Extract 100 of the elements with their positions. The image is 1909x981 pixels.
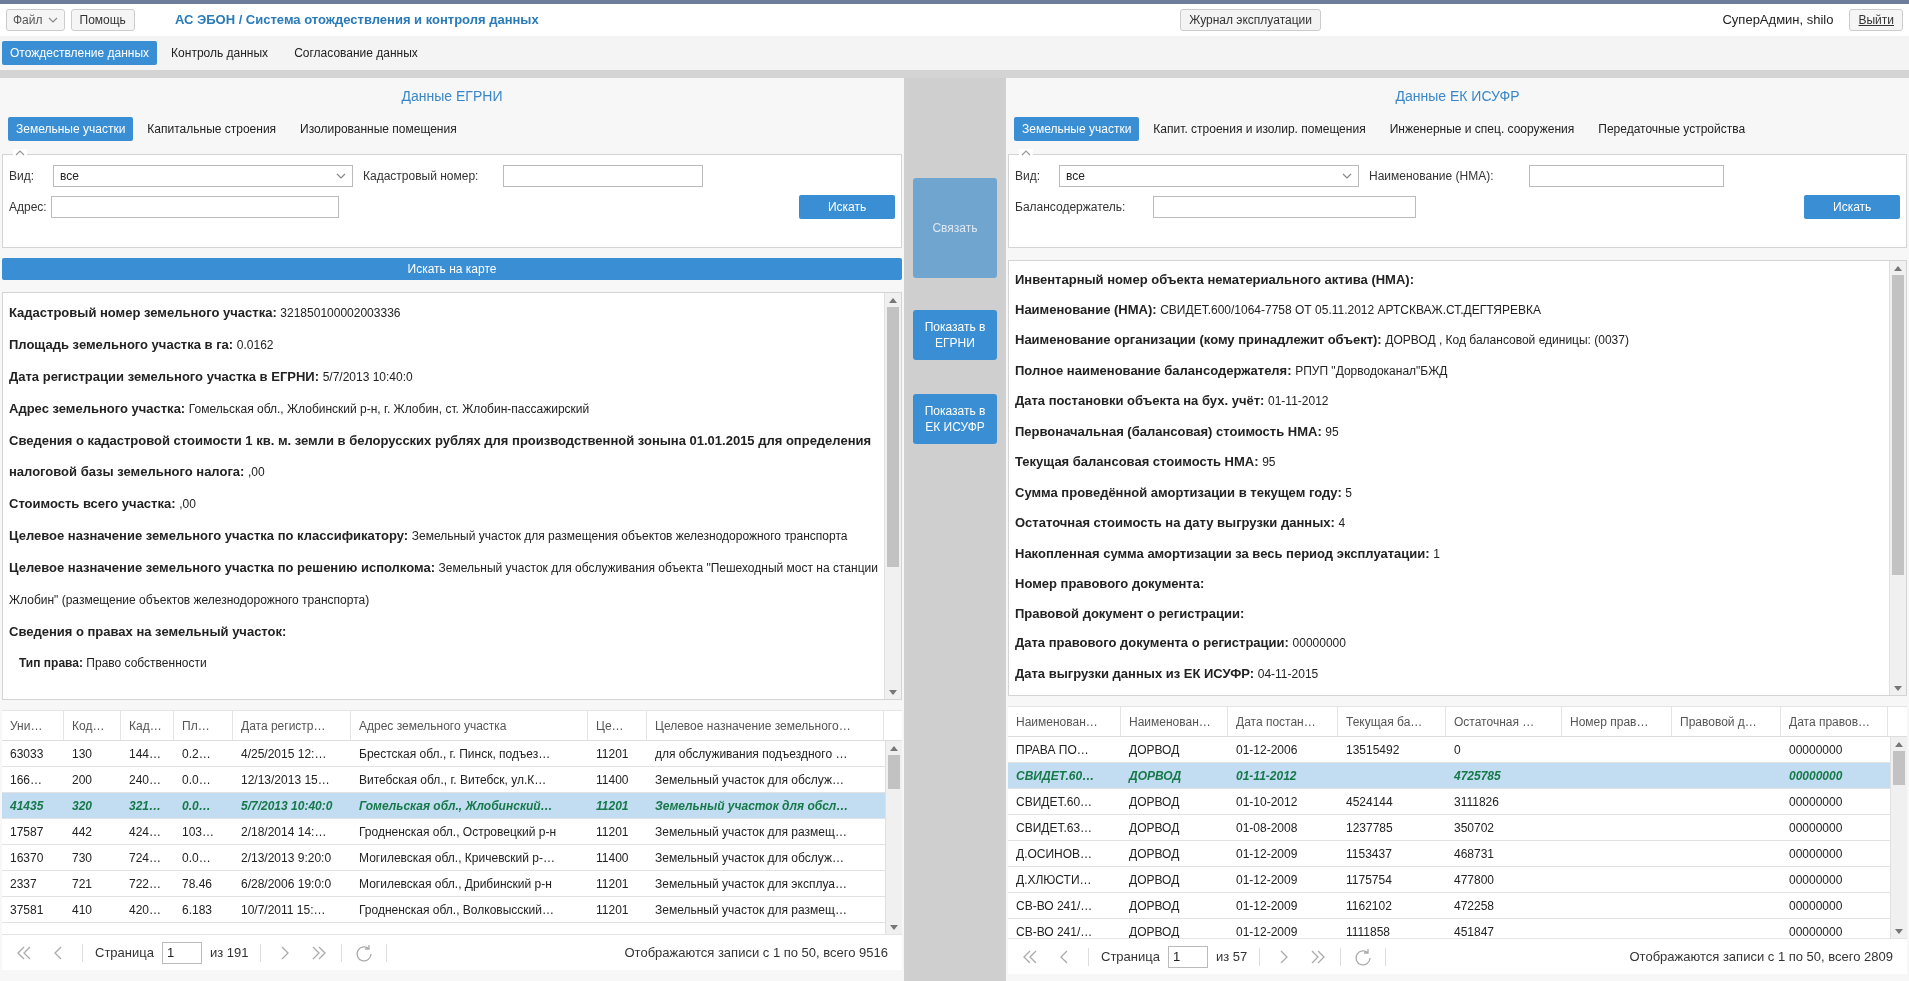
page-label: Страница	[95, 943, 154, 962]
detail-line: Сведения о кадастровой стоимости 1 кв. м. земли в белорусских рублях для производственной зонына 01.01.2015 для определения налоговой базы земельного налога: ,00	[9, 432, 873, 481]
detail-line: Номер правового документа:	[1015, 575, 1206, 593]
records-summary: Отображаются записи с 1 по 50, всего 9516	[624, 943, 888, 962]
column-header[interactable]: Адрес земельного участка	[351, 711, 588, 740]
detail-line: Целевое назначение земельного участка по решению исполкома: Земельный участок для обслуживания объекта "Пешеходный мост на станции Жлобин" (размещение объектов железнодорожного транспорта)	[9, 559, 878, 609]
column-header[interactable]: Номер прав…	[1562, 707, 1672, 736]
column-header[interactable]: Дата постан…	[1228, 707, 1338, 736]
file-menu-button[interactable]: Файл	[6, 9, 65, 31]
detail-line: Сумма проведённой амортизации в текущем году: 5	[1015, 483, 1354, 502]
field-label: Кадастровый номер:	[362, 168, 480, 185]
column-header[interactable]: Дата регистр…	[233, 711, 351, 740]
text-field[interactable]	[51, 196, 340, 218]
table-row[interactable]: 17587 442 424… 103… 2/18/2014 14:… Гродненская обл., Островецкий р-н 11201 Земельный участок для размещ…	[2, 819, 885, 845]
detail-line: Дата правового документа о регистрации: 00000000	[1015, 634, 1347, 652]
detail-line: Дата постановки объекта на бух. учёт: 01-11-2012	[1015, 392, 1330, 410]
column-header[interactable]: Правовой д…	[1672, 707, 1781, 736]
column-header[interactable]: Дата правов…	[1781, 707, 1888, 736]
table-row[interactable]: Д.ОСИНОВ… ДОРВОД 01-12-2009 1153437 468731 00000000	[1008, 841, 1890, 867]
nav-tab[interactable]: Контроль данных	[159, 41, 281, 65]
type-select[interactable]: все	[53, 165, 353, 187]
detail-line: Целевое назначение земельного участка по классификатору: Земельный участок для размещения объектов железнодорожного транспорта	[9, 527, 849, 545]
scroll-up-icon[interactable]	[1894, 265, 1902, 271]
tab[interactable]: Инженерные и спец. сооружения	[1379, 117, 1585, 141]
column-header[interactable]: Текущая ба…	[1338, 707, 1446, 736]
detail-line: Полное наименование балансодержателя: РПУП "Дорводоканал"БЖД	[1015, 361, 1449, 380]
table-row[interactable]: 63033 130 144… 0.2… 4/25/2015 12:… Брестская обл., г. Пинск, подъез… 11201 для обслуживания подъездного …	[2, 741, 885, 767]
tab[interactable]: Изолированные помещения	[290, 117, 467, 141]
page-label: Страница	[1101, 947, 1160, 966]
column-header[interactable]: Целевое назначение земельного…	[647, 711, 884, 740]
table-row[interactable]: 37581 410 420… 6.183 10/7/2011 15:… Гродненская обл., Волковысский… 11201 Земельный участок для размещ…	[2, 897, 885, 923]
field-label: Адрес:	[9, 199, 48, 216]
scroll-thumb[interactable]	[1892, 275, 1904, 575]
caret-icon	[47, 17, 58, 23]
scroll-thumb[interactable]	[1893, 751, 1905, 785]
table-row[interactable]: СВИДЕТ.60… ДОРВОД 01-10-2012 4524144 3111826 00000000	[1008, 789, 1890, 815]
tab[interactable]: Передаточные устройства	[1588, 117, 1756, 141]
table-row[interactable]: СВ-ВО 241/… ДОРВОД 01-12-2009 1162102 472258 00000000	[1008, 893, 1890, 919]
page-field[interactable]: 1	[1167, 945, 1208, 968]
logout-button[interactable]: Выйти	[1849, 9, 1903, 31]
scroll-down-icon[interactable]	[1894, 685, 1902, 691]
field-label: Наименование (НМА):	[1368, 168, 1495, 185]
scrollbar[interactable]	[885, 741, 902, 934]
detail-line: Кадастровый номер земельного участка: 321850100002003336	[9, 304, 402, 322]
records-summary: Отображаются записи с 1 по 50, всего 2809	[1629, 947, 1893, 966]
column-header[interactable]: Це…	[588, 711, 647, 740]
text-field[interactable]	[503, 165, 703, 187]
panel-title: Данные ЕК ИСУФР	[1394, 87, 1521, 106]
collapse-icon[interactable]	[1019, 149, 1033, 156]
scroll-down-icon[interactable]	[1895, 928, 1903, 934]
detail-line: Дата выгрузки данных из ЕК ИСУФР: 04-11-2015	[1015, 664, 1320, 683]
detail-line: Сведения о правах на земельный участок:	[9, 623, 288, 641]
detail-line: Адрес земельного участка: Гомельская обл., Жлобинский р-н, г. Жлобин, ст. Жлобин-пассажирский	[9, 400, 591, 418]
table-row[interactable]: 2337 721 722… 78.46 6/28/2006 19:0:0 Могилевская обл., Дрибинский р-н 11201 Земельный участок для эксплуа…	[2, 871, 885, 897]
journal-button[interactable]: Журнал эксплуатации	[1180, 9, 1321, 31]
tab[interactable]: Капит. строения и изолир. помещения	[1143, 117, 1376, 141]
detail-line: Наименование (НМА): СВИДЕТ.600/1064-7758 ОТ 05.11.2012 АРТСКВАЖ.СТ.ДЕГТЯРЕВКА	[1015, 300, 1542, 319]
help-button[interactable]: Помощь	[70, 9, 135, 31]
table-row[interactable]: СВИДЕТ.60… ДОРВОД 01-11-2012 4725785 00000000	[1008, 763, 1890, 789]
detail-line: Стоимость всего участка: ,00	[9, 495, 197, 513]
table-row[interactable]: СВИДЕТ.63… ДОРВОД 01-08-2008 1237785 350702 00000000	[1008, 815, 1890, 841]
user-name: СуперАдмин, shilo	[1722, 11, 1834, 30]
scrollbar[interactable]	[1890, 737, 1907, 938]
text-field[interactable]	[1529, 165, 1724, 187]
tab[interactable]: Капитальные строения	[137, 117, 287, 141]
caret-icon	[1342, 173, 1352, 179]
detail-line: Наименование организации (кому принадлежит объект): ДОРВОД , Код балансовой единицы: (0037)	[1015, 331, 1630, 349]
collapse-icon[interactable]	[13, 149, 27, 156]
column-header[interactable]: Уни…	[2, 711, 64, 740]
scroll-up-icon[interactable]	[890, 745, 898, 751]
field-label: Вид:	[1015, 168, 1042, 185]
table-row[interactable]: 16370 730 724… 0.0… 2/13/2013 9:20:0 Могилевская обл., Кричевский р-… 11400 Земельный участок для обслуж…	[2, 845, 885, 871]
field-label: Балансодержатель:	[1015, 199, 1127, 216]
detail-line: Площадь земельного участка в га: 0.0162	[9, 336, 275, 354]
detail-line: Первоначальная (балансовая) стоимость НМА: 95	[1015, 422, 1340, 441]
scroll-down-icon[interactable]	[889, 689, 897, 695]
text-field[interactable]	[1152, 196, 1417, 218]
scrollbar[interactable]	[1889, 261, 1906, 695]
detail-line: Дата регистрации земельного участка в ЕГРНИ: 5/7/2013 10:40:0	[9, 368, 414, 386]
column-header[interactable]: Код…	[64, 711, 121, 740]
column-header[interactable]: Пл…	[174, 711, 233, 740]
scroll-up-icon[interactable]	[889, 297, 897, 303]
caret-icon	[336, 173, 346, 179]
table-row[interactable]: Д.ХЛЮСТИ… ДОРВОД 01-12-2009 1175754 477800 00000000	[1008, 867, 1890, 893]
page-field[interactable]: 1	[161, 941, 202, 964]
detail-line: Текущая балансовая стоимость НМА: 95	[1015, 453, 1277, 471]
column-header[interactable]: Наименован…	[1121, 707, 1228, 736]
field-label: Вид:	[9, 168, 36, 185]
column-header[interactable]: Наименован…	[1008, 707, 1121, 736]
scroll-up-icon[interactable]	[1895, 741, 1903, 747]
column-header[interactable]: Остаточная …	[1446, 707, 1562, 736]
page-count: из 57	[1215, 947, 1248, 966]
type-select[interactable]: все	[1059, 165, 1359, 187]
nav-tab[interactable]: Согласование данных	[282, 41, 430, 65]
table-row[interactable]: 41435 320 321… 0.0… 5/7/2013 10:40:0 Гомельская обл., Жлобинский… 11201 Земельный участок для обсл…	[2, 793, 885, 819]
scroll-down-icon[interactable]	[890, 924, 898, 930]
scroll-thumb[interactable]	[888, 755, 900, 789]
column-header[interactable]: Кад…	[121, 711, 174, 740]
scroll-thumb[interactable]	[887, 307, 899, 567]
scrollbar[interactable]	[884, 293, 901, 699]
